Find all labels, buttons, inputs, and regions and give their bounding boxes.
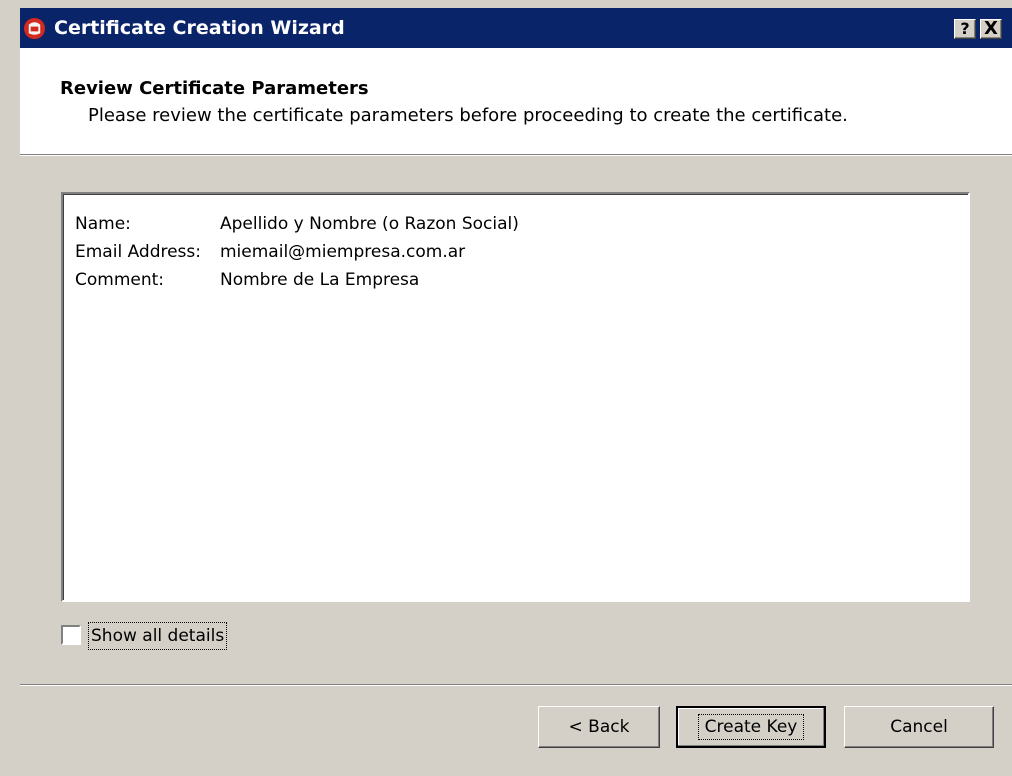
help-button[interactable]: ?	[954, 19, 976, 39]
wizard-header: Review Certificate Parameters Please rev…	[20, 48, 1012, 154]
create-key-label: Create Key	[697, 714, 805, 740]
page-subtitle: Please review the certificate parameters…	[88, 105, 848, 126]
create-key-button[interactable]: Create Key	[676, 706, 826, 748]
param-label: Comment:	[75, 270, 165, 290]
window-title: Certificate Creation Wizard	[54, 17, 345, 39]
certificate-parameters-box[interactable]: Name: Apellido y Nombre (o Razon Social)…	[61, 192, 970, 602]
show-all-details-label[interactable]: Show all details	[88, 622, 228, 650]
param-value: miemail@miempresa.com.ar	[220, 242, 466, 262]
title-bar[interactable]: Certificate Creation Wizard ? X	[20, 8, 1012, 48]
page-title: Review Certificate Parameters	[60, 78, 369, 99]
header-divider-highlight	[20, 155, 1012, 156]
footer-divider-highlight	[20, 685, 1012, 686]
param-label: Email Address:	[75, 242, 201, 262]
param-label: Name:	[75, 214, 131, 234]
param-value: Apellido y Nombre (o Razon Social)	[220, 214, 519, 234]
back-button[interactable]: < Back	[538, 706, 660, 748]
param-value: Nombre de La Empresa	[220, 270, 420, 290]
certificate-wizard-icon	[23, 17, 46, 40]
cancel-button[interactable]: Cancel	[844, 706, 994, 748]
show-all-details-checkbox[interactable]	[61, 625, 81, 645]
close-button[interactable]: X	[980, 19, 1002, 39]
